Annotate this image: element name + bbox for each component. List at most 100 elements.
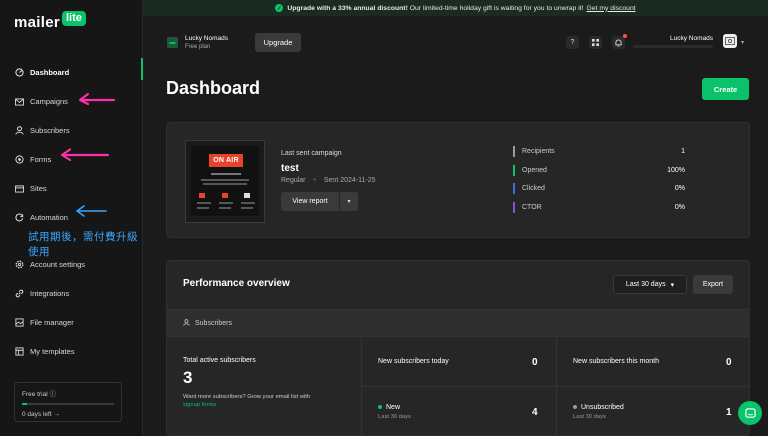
sidebar-item-campaigns[interactable]: Campaigns — [0, 87, 142, 116]
sidebar-item-automation[interactable]: Automation — [0, 203, 142, 232]
chevron-down-icon[interactable]: ▾ — [340, 192, 358, 211]
month-value: 0 — [726, 357, 732, 368]
stat-value: 100% — [667, 167, 685, 174]
arrow-right-icon: → — [53, 411, 60, 418]
sidebar-item-integrations[interactable]: Integrations — [0, 279, 142, 308]
thumbnail-line — [197, 207, 209, 209]
apps-grid-icon[interactable] — [589, 36, 602, 49]
pink-arrow-forms-icon — [60, 148, 110, 162]
trial-progress — [22, 403, 114, 405]
unsub-label: Unsubscribed — [573, 404, 624, 411]
chevron-down-icon[interactable]: ▾ — [741, 39, 744, 46]
sidebar-item-label: Forms — [30, 155, 52, 164]
unsub-cell — [557, 387, 749, 435]
trial-days-left: 0 days left → — [22, 411, 60, 418]
sidebar-item-dashboard[interactable]: Dashboard — [0, 58, 143, 87]
annotation-text: 試用期後，需付費升級使用 — [28, 231, 138, 258]
campaign-meta: Regular • Sent 2024-11-25 — [281, 177, 376, 184]
unsub-sub: Last 30 days — [573, 414, 606, 420]
bell-icon[interactable] — [612, 36, 625, 49]
stat-color-bar — [513, 202, 515, 213]
campaign-name[interactable]: test — [281, 163, 299, 174]
sidebar-item-label: Campaigns — [30, 97, 68, 106]
performance-card: Performance overview Last 30 days ▾ Expo… — [166, 260, 750, 436]
stat-color-bar — [513, 146, 515, 157]
sidebar-item-my-templates[interactable]: My templates — [0, 337, 142, 366]
banner-link[interactable]: Get my discount — [587, 5, 636, 12]
help-icon[interactable]: ? — [566, 36, 579, 49]
sidebar: mailer lite Dashboard Campaigns Subscrib… — [0, 0, 143, 436]
sidebar-item-label: My templates — [30, 347, 75, 356]
trial-progress-fill — [22, 403, 27, 405]
user-name[interactable]: Lucky Nomads — [670, 35, 713, 42]
free-trial-box[interactable]: Free trial ⓘ 0 days left → — [14, 382, 122, 422]
create-button[interactable]: Create — [702, 78, 749, 100]
stat-clicked: Clicked 0% — [513, 183, 685, 195]
signup-forms-link[interactable]: signup forms — [183, 402, 216, 408]
thumbnail-block — [244, 193, 250, 198]
total-subscribers-cell — [167, 337, 362, 435]
stat-label: Recipients — [522, 148, 555, 155]
stat-label: Clicked — [522, 185, 545, 192]
today-value: 0 — [532, 357, 538, 368]
chat-bubble-icon[interactable] — [738, 401, 762, 425]
sidebar-item-sites[interactable]: Sites — [0, 174, 142, 203]
logo-text: mailer — [14, 14, 60, 31]
avatar[interactable] — [723, 34, 737, 48]
notification-dot — [623, 34, 627, 38]
campaign-sent: Sent 2024-11-25 — [323, 177, 376, 184]
campaign-thumbnail[interactable]: ON AIR — [185, 140, 265, 223]
sidebar-item-label: Subscribers — [30, 126, 70, 135]
file-icon — [14, 318, 24, 328]
date-range-select[interactable]: Last 30 days ▾ — [613, 275, 687, 294]
help-text: Want more subscribers? Grow your email l… — [183, 394, 311, 400]
thumbnail-title: ON AIR — [209, 154, 243, 167]
today-label: New subscribers today — [378, 358, 449, 365]
thumbnail-line — [203, 183, 247, 185]
logo[interactable]: mailer lite — [14, 11, 86, 31]
chevron-down-icon: ▾ — [670, 281, 675, 289]
unsub-value: 1 — [726, 407, 732, 418]
last-sent-label: Last sent campaign — [281, 150, 342, 157]
gray-dot-icon — [573, 405, 577, 410]
info-icon: ⓘ — [49, 391, 56, 398]
sites-icon — [14, 184, 24, 194]
sidebar-item-label: Automation — [30, 213, 68, 222]
upgrade-button[interactable]: Upgrade — [255, 33, 301, 52]
banner-text: Our limited-time holiday gift is waiting… — [409, 4, 584, 12]
forms-icon — [14, 155, 24, 165]
account-icon[interactable]: ▬ — [167, 37, 178, 48]
total-active-value: 3 — [183, 368, 193, 387]
sidebar-item-label: Account settings — [30, 260, 86, 269]
blue-arrow-automation-icon — [76, 205, 107, 217]
stat-value: 0% — [674, 185, 685, 192]
sidebar-item-label: Integrations — [30, 289, 70, 298]
stat-color-bar — [513, 183, 515, 194]
performance-title: Performance overview — [183, 278, 290, 289]
new-label: New — [378, 404, 400, 411]
subscribers-section-header: Subscribers — [167, 309, 749, 337]
thumbnail-line — [201, 179, 249, 181]
sidebar-item-label: Sites — [30, 184, 47, 193]
promo-banner: ✓ Upgrade with a 33% annual discount! Ou… — [143, 0, 768, 16]
template-icon — [14, 347, 24, 357]
sidebar-item-file-manager[interactable]: File manager — [0, 308, 142, 337]
sidebar-item-subscribers[interactable]: Subscribers — [0, 116, 142, 145]
mail-icon — [14, 97, 24, 107]
view-report-button[interactable]: View report — [281, 192, 339, 211]
trial-label: Free trial ⓘ — [22, 391, 56, 398]
pink-arrow-campaigns-icon — [78, 92, 116, 106]
check-icon: ✓ — [275, 4, 284, 12]
stat-value: 1 — [681, 148, 685, 155]
section-title: Subscribers — [195, 319, 232, 327]
export-button[interactable]: Export — [693, 275, 733, 294]
new-sub: Last 30 days — [378, 414, 411, 420]
thumbnail-block — [222, 193, 228, 198]
page-title: Dashboard — [166, 78, 261, 98]
stat-value: 0% — [674, 204, 685, 211]
sidebar-nav: Dashboard Campaigns Subscribers Forms Si… — [0, 58, 143, 366]
user-icon — [183, 318, 190, 328]
settings-icon — [14, 260, 24, 270]
automation-icon — [14, 213, 24, 223]
account-name[interactable]: Lucky Nomads — [185, 35, 228, 42]
